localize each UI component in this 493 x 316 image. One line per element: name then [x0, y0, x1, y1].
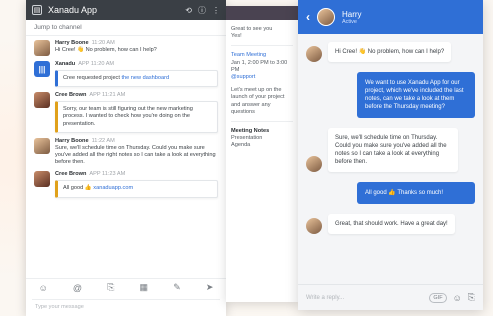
- history-icon[interactable]: ⟲: [185, 6, 192, 15]
- avatar[interactable]: [34, 92, 50, 109]
- author-name[interactable]: Cree Brown: [55, 92, 86, 98]
- incoming-message: Great, that should work. Have a great da…: [306, 214, 475, 234]
- format-icon[interactable]: ✎: [173, 282, 181, 293]
- attach-icon[interactable]: ⎘: [468, 292, 475, 303]
- attachment-card[interactable]: Cree requested project the new dashboard: [55, 70, 218, 88]
- card-text: Sorry, our team is still figuring out th…: [63, 106, 193, 127]
- message-text: Sure, we'll schedule time on Thursday. C…: [55, 144, 216, 166]
- sender-avatar[interactable]: [306, 218, 322, 234]
- card-link[interactable]: xanaduapp.com: [93, 185, 133, 191]
- meeting-time: Jan 1, 2:00 PM to 3:00 PM: [231, 59, 288, 73]
- mention-icon[interactable]: @: [73, 283, 82, 293]
- chat-feed: Hi Cree! 👋 No problem, how can I help? W…: [298, 34, 483, 234]
- mid-text: Great to see you: [231, 26, 273, 32]
- avatar[interactable]: [34, 171, 50, 188]
- outgoing-bubble: We want to use Xanadu App for our projec…: [357, 72, 475, 118]
- contact-avatar[interactable]: [317, 8, 335, 26]
- composer-toolbar: ☺ @ ⎘ ▦ ✎ ➤: [26, 278, 226, 296]
- message: Cree Brown APP 11:21 AM Sorry, our team i…: [34, 92, 218, 133]
- quoted-card[interactable]: Sorry, our team is still figuring out th…: [55, 101, 218, 133]
- incoming-message: Sure, we'll schedule time on Thursday. C…: [306, 128, 475, 172]
- message: ||| Xanadu APP 11:20 AM Cree requested pr…: [34, 61, 218, 88]
- meeting-link[interactable]: Team Meeting: [226, 52, 298, 59]
- message-time: 11:22 AM: [91, 137, 115, 144]
- message-input[interactable]: Type your message: [32, 299, 220, 313]
- message: Harry Boone 11:20 AM Hi Cree! 👋 No proble…: [34, 40, 218, 56]
- outgoing-bubble: All good 👍 Thanks so much!: [357, 182, 475, 204]
- mobile-chat-window: ‹ Harry Active Hi Cree! 👋 No problem, ho…: [298, 0, 483, 310]
- avatar[interactable]: [34, 40, 50, 56]
- section-title: Meeting Notes: [231, 128, 270, 135]
- quoted-card[interactable]: All good 👍 xanaduapp.com: [55, 180, 218, 198]
- attach-icon[interactable]: ⎘: [107, 282, 114, 293]
- incoming-bubble: Great, that should work. Have a great da…: [328, 214, 455, 234]
- sender-avatar[interactable]: [306, 156, 322, 172]
- message-feed: Harry Boone 11:20 AM Hi Cree! 👋 No proble…: [26, 36, 226, 198]
- message-text: Hi Cree! 👋 No problem, how can I help?: [55, 47, 157, 53]
- bot-avatar[interactable]: |||: [34, 61, 50, 77]
- incoming-bubble: Hi Cree! 👋 No problem, how can I help?: [328, 42, 452, 62]
- mention-link[interactable]: @support: [226, 74, 298, 81]
- message: Cree Brown APP 11:23 AM All good 👍 xanadu…: [34, 171, 218, 198]
- send-icon[interactable]: ➤: [206, 282, 214, 293]
- card-link[interactable]: the new dashboard: [121, 75, 169, 81]
- more-icon[interactable]: ⋮: [212, 6, 220, 15]
- contact-status: Active: [342, 18, 357, 25]
- message-time: 11:20 AM: [91, 40, 115, 46]
- author-name[interactable]: Xanadu: [55, 61, 75, 67]
- incoming-bubble: Sure, we'll schedule time on Thursday. C…: [328, 128, 458, 172]
- back-arrow-icon[interactable]: ‹: [306, 10, 310, 24]
- sender-avatar[interactable]: [306, 46, 322, 62]
- author-name[interactable]: Cree Brown: [55, 171, 86, 177]
- divider: [231, 45, 293, 47]
- title-bar: ▤ Xanadu App ⟲ ⓘ ⋮: [26, 0, 226, 20]
- desktop-chat-window: ▤ Xanadu App ⟲ ⓘ ⋮ Jump to channel Harry…: [26, 0, 226, 316]
- reply-input[interactable]: Write a reply...: [306, 295, 423, 301]
- gif-button[interactable]: GIF: [429, 292, 447, 303]
- emoji-icon[interactable]: ☺: [39, 283, 48, 293]
- card-text: All good 👍: [63, 185, 92, 192]
- emoji-icon[interactable]: ☺: [453, 293, 462, 303]
- avatar[interactable]: [34, 137, 50, 154]
- gif-icon[interactable]: ▦: [140, 282, 149, 293]
- mid-text: Yes!: [231, 33, 242, 40]
- mid-text: Let's meet up on the launch of your proj…: [231, 87, 285, 115]
- message-time: APP 11:20 AM: [78, 61, 115, 67]
- chat-header: ‹ Harry Active: [298, 0, 483, 34]
- channel-window: Great to see you Yes! Team Meeting Jan 1…: [226, 6, 298, 302]
- channel-jump[interactable]: Jump to channel: [26, 20, 226, 36]
- section-line: Agenda: [231, 142, 251, 149]
- app-logo-icon: ▤: [32, 5, 42, 15]
- divider: [231, 121, 293, 123]
- info-icon[interactable]: ⓘ: [198, 5, 206, 16]
- message-time: APP 11:23 AM: [89, 171, 126, 178]
- author-name[interactable]: Harry Boone: [55, 40, 89, 46]
- message-time: APP 11:21 AM: [89, 92, 126, 99]
- message: Harry Boone 11:22 AM Sure, we'll schedule…: [34, 137, 218, 167]
- section-line: Presentation: [231, 135, 263, 142]
- app-title: Xanadu App: [48, 5, 98, 15]
- contact-name[interactable]: Harry: [342, 10, 362, 19]
- incoming-message: Hi Cree! 👋 No problem, how can I help?: [306, 42, 475, 62]
- channel-header: [226, 6, 298, 20]
- card-text: Cree requested project: [63, 75, 120, 81]
- author-name[interactable]: Harry Boone: [55, 138, 89, 144]
- reply-bar: Write a reply... GIF ☺ ⎘: [298, 284, 483, 310]
